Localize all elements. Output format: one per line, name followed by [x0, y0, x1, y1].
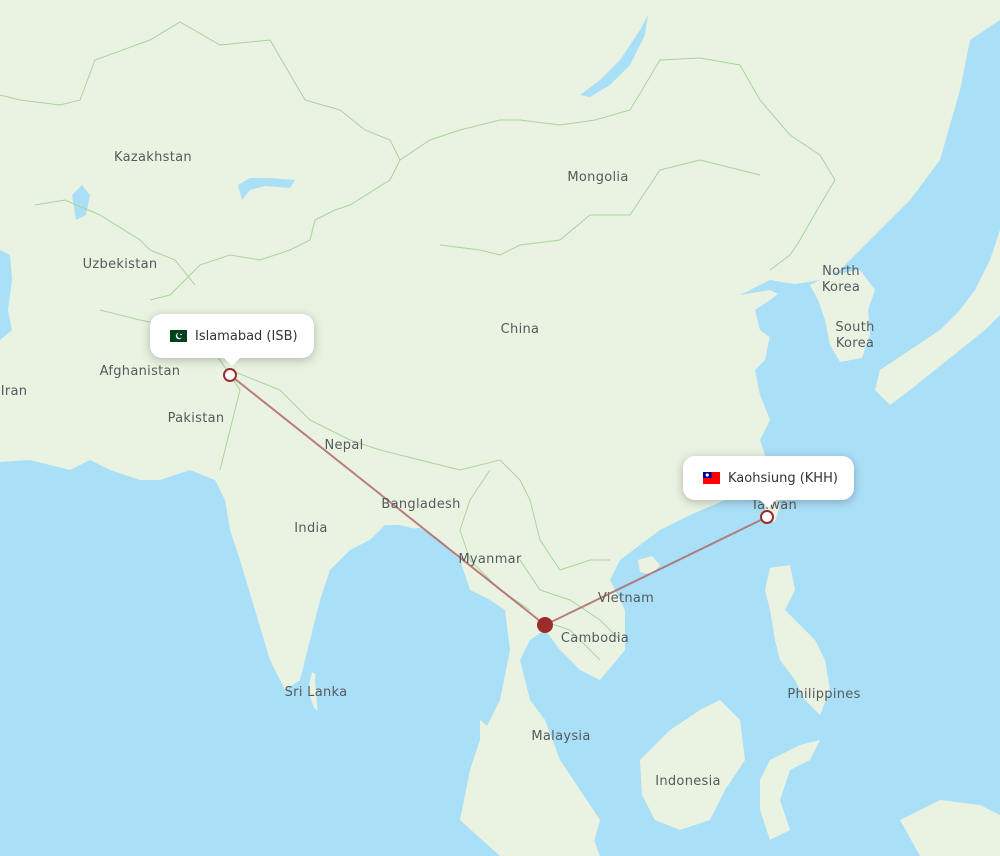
country-label-cambodia: Cambodia — [560, 631, 630, 646]
destination-popup[interactable]: Kaohsiung (KHH) — [683, 456, 854, 508]
pakistan-flag-icon — [170, 330, 187, 342]
country-label-mongolia: Mongolia — [567, 170, 629, 185]
country-label-india: India — [294, 521, 328, 536]
country-label-philippines: Philippines — [787, 687, 861, 702]
route-map[interactable]: Kazakhstan Mongolia Uzbekistan China Nor… — [0, 0, 1000, 856]
route-lines — [229, 374, 768, 626]
country-label-north-korea: North Korea — [821, 264, 861, 295]
taiwan-flag-icon — [703, 472, 720, 484]
origin-popup[interactable]: Islamabad (ISB) — [150, 314, 314, 366]
country-label-nepal: Nepal — [324, 438, 364, 453]
destination-airport-label: Kaohsiung (KHH) — [728, 470, 838, 486]
country-label-indonesia: Indonesia — [655, 774, 721, 789]
country-label-malaysia: Malaysia — [531, 729, 591, 744]
country-label-bangladesh: Bangladesh — [381, 497, 461, 512]
origin-pin[interactable] — [223, 368, 237, 382]
destination-pin[interactable] — [760, 510, 774, 524]
country-label-south-korea: South Korea — [835, 320, 875, 351]
country-label-vietnam: Vietnam — [597, 591, 655, 606]
country-label-china: China — [500, 322, 540, 337]
origin-airport-label: Islamabad (ISB) — [195, 328, 298, 344]
country-label-pakistan: Pakistan — [167, 411, 225, 426]
route-segment-stopover-destination — [544, 516, 768, 626]
country-label-sri-lanka: Sri Lanka — [284, 685, 348, 700]
country-label-uzbekistan: Uzbekistan — [82, 257, 158, 272]
country-label-myanmar: Myanmar — [458, 552, 522, 567]
stopover-marker[interactable] — [537, 617, 553, 633]
country-label-afghanistan: Afghanistan — [99, 364, 181, 379]
country-label-iran: Iran — [0, 384, 28, 399]
country-label-kazakhstan: Kazakhstan — [114, 150, 192, 165]
